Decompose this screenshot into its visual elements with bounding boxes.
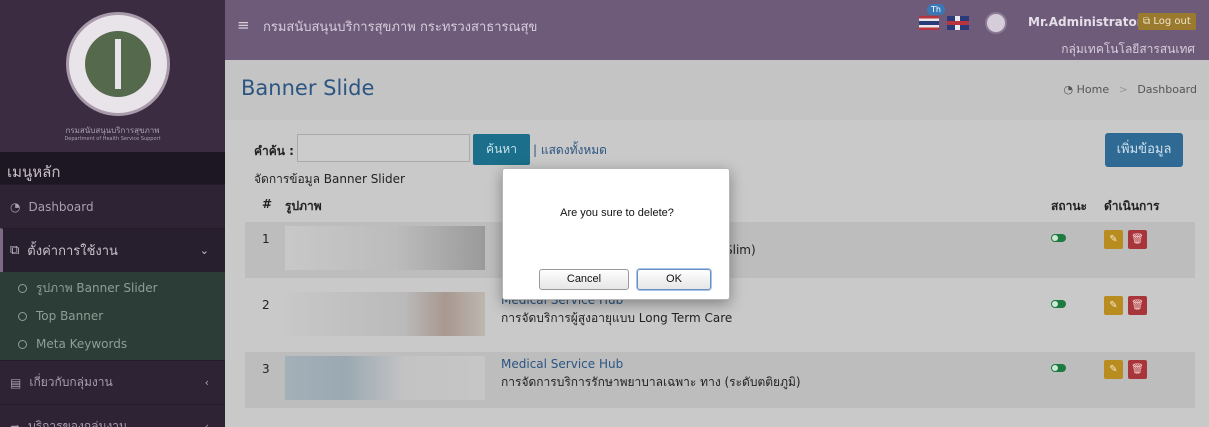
- delete-button[interactable]: 🗑: [1128, 360, 1147, 379]
- section-caption: จัดการข้อมูล Banner Slider: [254, 172, 405, 186]
- logo-area: กรมสนับสนุนบริการสุขภาพ Department of He…: [0, 0, 225, 152]
- add-data-button[interactable]: เพิ่มข้อมูล: [1105, 133, 1183, 167]
- submenu-item-banner-slider[interactable]: รูปภาพ Banner Slider: [0, 274, 225, 302]
- content-header: Banner Slide ◔ Home > Dashboard: [225, 60, 1209, 120]
- breadcrumb-separator: >: [1118, 83, 1128, 96]
- column-header-image: รูปภาพ: [285, 199, 322, 213]
- home-icon: ◔: [1063, 83, 1074, 96]
- circle-icon: [18, 339, 27, 349]
- status-toggle-icon[interactable]: [1051, 364, 1066, 372]
- book-icon: ▤: [10, 375, 22, 390]
- banner-thumbnail: [285, 356, 485, 400]
- edit-button[interactable]: ✎: [1104, 360, 1123, 379]
- edit-button[interactable]: ✎: [1104, 296, 1123, 315]
- share-icon: ➦: [10, 419, 21, 427]
- table-row: 3 Medical Service Hub การจัดการบริการรัก…: [245, 352, 1195, 408]
- delete-button[interactable]: 🗑: [1128, 296, 1147, 315]
- ministry-seal-logo: [66, 12, 170, 116]
- status-toggle-icon[interactable]: [1051, 234, 1066, 242]
- language-badge: Th: [927, 4, 945, 15]
- sidebar: กรมสนับสนุนบริการสุขภาพ Department of He…: [0, 0, 225, 427]
- row-description: การจัดบริการผู้สูงอายุแบบ Long Term Care: [501, 311, 733, 325]
- sidebar-item-label: Dashboard: [28, 199, 94, 214]
- submenu-item-meta-keywords[interactable]: Meta Keywords: [0, 330, 225, 358]
- banner-thumbnail: [285, 292, 485, 336]
- edit-button[interactable]: ✎: [1104, 230, 1123, 249]
- circle-icon: [18, 311, 27, 321]
- group-name: กลุ่มเทคโนโลยีสารสนเทศ: [1061, 42, 1195, 56]
- confirm-delete-dialog: Are you sure to delete? Cancel OK: [502, 168, 730, 300]
- topbar: ≡ กรมสนับสนุนบริการสุขภาพ กระทรวงสาธารณส…: [225, 0, 1209, 60]
- logout-button[interactable]: ⧉ Log out: [1138, 13, 1196, 30]
- user-name[interactable]: Mr.Administrator: [1028, 15, 1143, 29]
- row-title-link[interactable]: Medical Service Hub: [501, 357, 623, 371]
- breadcrumb-home[interactable]: Home: [1077, 83, 1109, 96]
- dialog-message: Are you sure to delete?: [560, 207, 674, 219]
- chevron-left-icon: ‹: [204, 420, 209, 427]
- delete-button[interactable]: 🗑: [1128, 230, 1147, 249]
- column-header-actions: ดำเนินการ: [1104, 199, 1160, 213]
- sidebar-item-settings[interactable]: ⧉ ตั้งค่าการใช้งาน ⌄: [0, 228, 225, 272]
- search-input[interactable]: [297, 134, 470, 162]
- breadcrumb: ◔ Home > Dashboard: [1064, 83, 1198, 96]
- settings-submenu: รูปภาพ Banner Slider Top Banner Meta Key…: [0, 272, 225, 360]
- sidebar-item-about[interactable]: ▤ เกี่ยวกับกลุ่มงาน ‹: [0, 360, 225, 404]
- chevron-down-icon: ⌄: [199, 244, 209, 257]
- cancel-button[interactable]: Cancel: [539, 269, 629, 290]
- row-description: การจัดการบริการรักษาพยาบาลเฉพาะ ทาง (ระด…: [501, 375, 801, 389]
- column-header-status: สถานะ: [1051, 199, 1087, 213]
- search-button[interactable]: ค้นหา: [473, 134, 530, 165]
- column-header-number: #: [262, 197, 273, 211]
- ok-button[interactable]: OK: [637, 269, 711, 290]
- sidebar-item-label: ตั้งค่าการใช้งาน: [27, 244, 118, 259]
- page-title: Banner Slide: [241, 76, 375, 100]
- circle-icon: [18, 283, 27, 293]
- site-title: กรมสนับสนุนบริการสุขภาพ กระทรวงสาธารณสุข: [263, 20, 538, 35]
- menu-heading: เมนูหลัก: [0, 152, 225, 184]
- uk-flag-icon[interactable]: [947, 16, 969, 30]
- banner-thumbnail: [285, 226, 485, 270]
- submenu-item-top-banner[interactable]: Top Banner: [0, 302, 225, 330]
- sidebar-item-label: เกี่ยวกับกลุ่มงาน: [29, 375, 113, 389]
- hamburger-menu-icon[interactable]: ≡: [237, 16, 250, 34]
- search-label: คำค้น :: [254, 144, 294, 158]
- avatar[interactable]: [985, 12, 1007, 34]
- chevron-left-icon: ‹: [204, 376, 209, 389]
- thai-flag-icon[interactable]: [919, 16, 939, 30]
- sidebar-item-services[interactable]: ➦ บริการของกลุ่มงาน ‹: [0, 404, 225, 427]
- show-all-link[interactable]: | แสดงทั้งหมด: [533, 141, 607, 160]
- breadcrumb-current: Dashboard: [1137, 83, 1197, 96]
- dashboard-icon: ◔: [10, 199, 21, 214]
- org-name: กรมสนับสนุนบริการสุขภาพ Department of He…: [64, 126, 161, 142]
- sidebar-item-dashboard[interactable]: ◔ Dashboard: [0, 184, 225, 228]
- sidebar-item-label: บริการของกลุ่มงาน: [28, 419, 128, 427]
- settings-copy-icon: ⧉: [10, 243, 20, 258]
- status-toggle-icon[interactable]: [1051, 300, 1066, 308]
